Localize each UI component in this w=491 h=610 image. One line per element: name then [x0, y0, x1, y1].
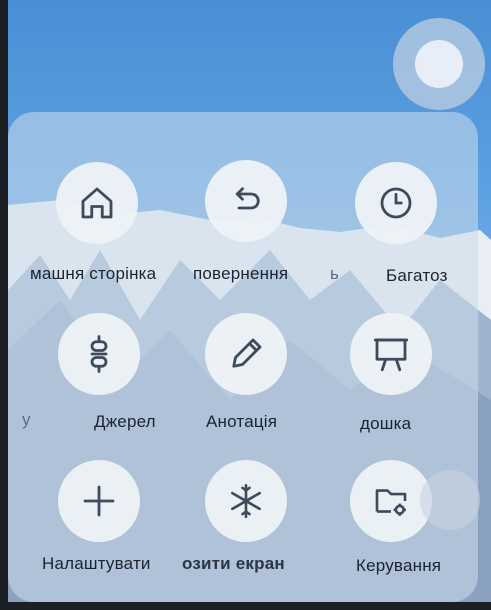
whiteboard-icon — [373, 338, 409, 372]
folder-gear-icon — [375, 489, 407, 516]
snowflake-icon — [231, 483, 261, 519]
clock-icon — [380, 187, 412, 219]
plug-icon — [90, 335, 108, 373]
screen-bottom-bezel — [0, 602, 491, 610]
plus-icon — [83, 485, 115, 517]
multitask-label: Багатоз — [386, 266, 448, 285]
back-label: повернення — [193, 264, 289, 283]
floating-button-core — [415, 40, 463, 88]
home-button[interactable] — [56, 162, 138, 244]
stray-label-1: ь — [330, 264, 340, 283]
pen-icon — [232, 338, 262, 368]
freeze-screen-button[interactable] — [205, 460, 287, 542]
settings-label: Налаштувати — [42, 554, 151, 573]
stray-label-2: у — [22, 410, 31, 429]
floating-assistive-button[interactable] — [393, 18, 485, 110]
home-icon — [81, 187, 113, 219]
file-manager-label: Керування — [356, 556, 442, 575]
source-button[interactable] — [58, 313, 140, 395]
edge-back-gesture[interactable] — [420, 470, 480, 530]
multitask-button[interactable] — [355, 162, 437, 244]
freeze-screen-label: озити екран — [182, 554, 285, 573]
settings-button[interactable] — [58, 460, 140, 542]
whiteboard-button[interactable] — [350, 313, 432, 395]
whiteboard-label: дошка — [360, 414, 412, 433]
back-button[interactable] — [205, 160, 287, 242]
source-label: Джерел — [94, 412, 156, 431]
annotation-button[interactable] — [205, 313, 287, 395]
screen-bezel — [0, 0, 8, 610]
home-label: машня сторінка — [30, 264, 157, 283]
annotation-label: Анотація — [206, 412, 278, 431]
undo-icon — [235, 187, 260, 210]
